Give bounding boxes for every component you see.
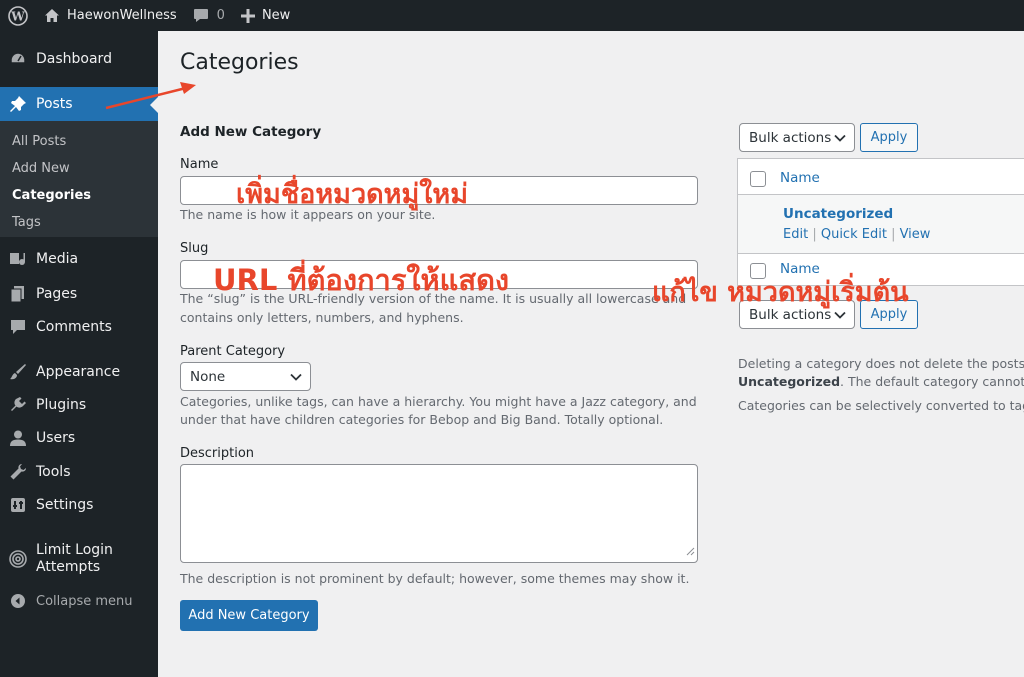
sidebar-item-settings[interactable]: Settings: [0, 488, 158, 522]
slug-help-text-line2: contains only letters, numbers, and hyph…: [180, 310, 464, 325]
sidebar-item-plugins[interactable]: Plugins: [0, 388, 158, 422]
resize-handle-icon[interactable]: [685, 545, 695, 560]
admin-sidebar: Dashboard Posts All Posts Add New Catego…: [0, 31, 158, 677]
pages-icon: [0, 285, 36, 303]
chevron-down-icon: [290, 369, 302, 385]
name-column-header[interactable]: Name: [780, 170, 820, 186]
collapse-arrow-icon: [0, 593, 36, 609]
dashboard-icon: [0, 50, 36, 68]
annotation-default-category: แก้ไข หมวดหมู่เริ่มต้น: [652, 277, 909, 308]
delete-note-line1: Deleting a category does not delete the …: [738, 356, 1024, 371]
posts-submenu: All Posts Add New Categories Tags: [0, 121, 158, 237]
chevron-down-icon: [834, 130, 846, 146]
media-icon: [0, 250, 36, 268]
plugin-icon: [0, 396, 36, 414]
comment-bubble-icon: [0, 318, 36, 336]
new-content-link[interactable]: New: [233, 0, 298, 31]
name-label: Name: [180, 157, 219, 172]
description-help-text: The description is not prominent by defa…: [180, 571, 690, 586]
view-link[interactable]: View: [900, 227, 931, 242]
svg-text:W: W: [10, 9, 25, 23]
settings-icon: [0, 496, 36, 514]
collapse-menu-button[interactable]: Collapse menu: [0, 589, 158, 613]
fingerprint-icon: [0, 549, 36, 569]
add-new-category-heading: Add New Category: [180, 124, 322, 140]
wordpress-logo-icon[interactable]: W: [0, 0, 36, 31]
submenu-add-new[interactable]: Add New: [12, 161, 70, 176]
sidebar-item-dashboard[interactable]: Dashboard: [0, 42, 158, 76]
parent-category-label: Parent Category: [180, 344, 286, 359]
apply-button-top[interactable]: Apply: [860, 123, 918, 152]
parent-help-text-line1: Categories, unlike tags, can have a hier…: [180, 394, 697, 409]
page-title: Categories: [180, 50, 299, 75]
sidebar-item-appearance[interactable]: Appearance: [0, 355, 158, 389]
sidebar-item-limit-login-attempts[interactable]: Limit Login Attempts: [0, 539, 158, 579]
sidebar-item-pages[interactable]: Pages: [0, 277, 158, 311]
home-icon: [44, 8, 60, 23]
edit-link[interactable]: Edit: [783, 227, 808, 242]
table-header-row: Name: [738, 159, 1024, 195]
bulk-actions-select-top[interactable]: Bulk actions: [739, 123, 855, 152]
submenu-tags[interactable]: Tags: [12, 215, 41, 230]
annotation-name: เพิ่มชื่อหมวดหมู่ใหม่: [236, 179, 469, 210]
plus-icon: [240, 8, 255, 23]
category-description-textarea[interactable]: [180, 464, 698, 563]
row-actions: Edit | Quick Edit | View: [783, 227, 931, 242]
slug-label: Slug: [180, 241, 209, 256]
submenu-all-posts[interactable]: All Posts: [12, 134, 66, 149]
parent-category-select[interactable]: None: [180, 362, 311, 391]
add-new-category-button[interactable]: Add New Category: [180, 600, 318, 631]
paintbrush-icon: [0, 363, 36, 381]
site-name-link[interactable]: HaewonWellness: [36, 0, 185, 31]
categories-table: Name Uncategorized Edit | Quick Edit | V…: [737, 158, 1024, 286]
comments-link[interactable]: 0: [185, 0, 233, 31]
select-all-checkbox[interactable]: [750, 171, 766, 187]
sidebar-item-comments[interactable]: Comments: [0, 310, 158, 344]
table-row: Uncategorized: [738, 195, 1024, 254]
annotation-slug: URL ที่ต้องการให้แสดง: [213, 263, 510, 297]
submenu-categories[interactable]: Categories: [12, 188, 91, 203]
uncategorized-link[interactable]: Uncategorized: [783, 206, 893, 222]
delete-note-line2: Uncategorized. The default category cann…: [738, 374, 1024, 389]
pushpin-icon: [0, 95, 36, 113]
annotation-arrow-icon: [105, 82, 196, 110]
parent-help-text-line2: under that have children categories for …: [180, 412, 664, 427]
comment-bubble-icon: [193, 8, 209, 23]
admin-bar: W HaewonWellness 0 New: [0, 0, 1024, 31]
quick-edit-link[interactable]: Quick Edit: [821, 227, 887, 242]
description-label: Description: [180, 446, 255, 461]
sidebar-item-users[interactable]: Users: [0, 421, 158, 455]
convert-note: Categories can be selectively converted …: [738, 398, 1024, 413]
wrench-icon: [0, 463, 36, 481]
user-icon: [0, 429, 36, 447]
sidebar-item-media[interactable]: Media: [0, 242, 158, 276]
sidebar-item-tools[interactable]: Tools: [0, 455, 158, 489]
